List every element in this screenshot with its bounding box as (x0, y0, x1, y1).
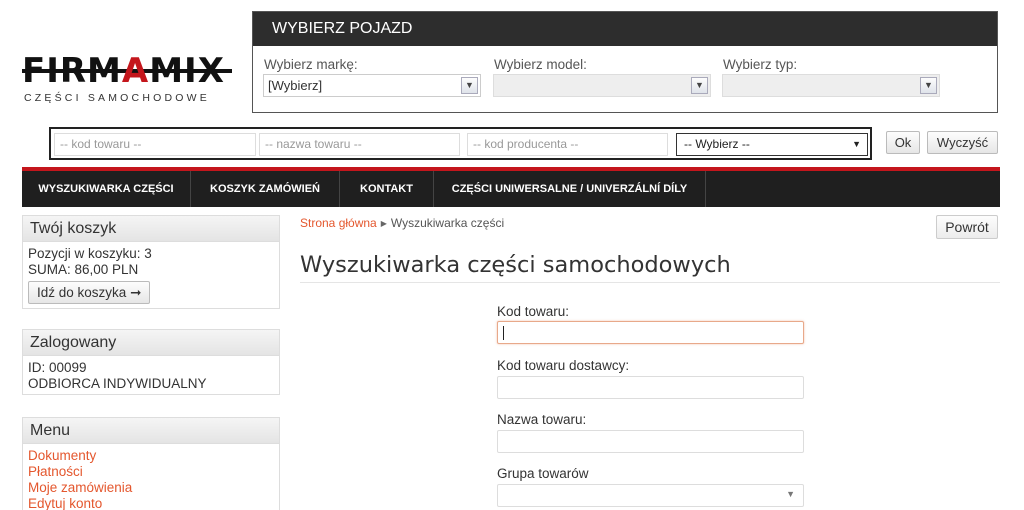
model-label: Wybierz model: (494, 57, 587, 72)
clear-button[interactable]: Wyczyść (927, 131, 998, 154)
vehicle-selector-title: WYBIERZ POJAZD (253, 12, 997, 46)
main-nav: WYSZUKIWARKA CZĘŚCI KOSZYK ZAMÓWIEŃ KONT… (22, 167, 1000, 207)
chevron-down-icon[interactable]: ▼ (691, 77, 708, 94)
user-type: ODBIORCA INDYWIDUALNY (28, 376, 207, 391)
back-button[interactable]: Powrót (936, 215, 998, 239)
user-panel-title: Zalogowany (23, 330, 279, 356)
chevron-down-icon[interactable]: ▼ (920, 77, 937, 94)
menu-panel: Menu Dokumenty Płatności Moje zamówienia… (22, 417, 280, 510)
chevron-down-icon[interactable]: ▼ (461, 77, 478, 94)
chevron-down-icon: ▼ (852, 139, 861, 149)
text-caret (503, 326, 504, 340)
menu-item-payments[interactable]: Płatności (28, 464, 274, 480)
user-id: ID: 00099 (28, 360, 87, 375)
category-select[interactable]: -- Wybierz -- ▼ (676, 133, 868, 156)
model-select-group: Wybierz model: ▼ (493, 57, 711, 97)
page-title: Wyszukiwarka części samochodowych (300, 252, 731, 278)
brand-select[interactable]: [Wybierz] ▼ (263, 74, 481, 97)
title-divider (300, 282, 1000, 283)
logo[interactable]: FIRMAMIX CZĘŚCI SAMOCHODOWE (22, 52, 234, 106)
product-code-label: Kod towaru: (497, 304, 570, 319)
model-select[interactable]: ▼ (493, 74, 711, 97)
logo-subtitle: CZĘŚCI SAMOCHODOWE (24, 92, 210, 104)
user-panel-body: ID: 00099 ODBIORCA INDYWIDUALNY (23, 356, 279, 397)
breadcrumb-home-link[interactable]: Strona główna (300, 216, 377, 230)
cart-items-count: Pozycji w koszyku: 3 (28, 246, 152, 261)
go-to-cart-label: Idź do koszyka (37, 285, 127, 300)
user-panel: Zalogowany ID: 00099 ODBIORCA INDYWIDUAL… (22, 329, 280, 395)
product-name-label: Nazwa towaru: (497, 412, 587, 427)
product-name-input[interactable]: -- nazwa towaru -- (259, 133, 460, 156)
cart-panel-title: Twój koszyk (23, 216, 279, 242)
supplier-code-label: Kod towaru dostawcy: (497, 358, 630, 373)
nav-item-order-cart[interactable]: KOSZYK ZAMÓWIEŃ (191, 171, 340, 207)
product-group-select[interactable]: ▼ (497, 484, 804, 507)
type-select-group: Wybierz typ: ▼ (722, 57, 940, 97)
breadcrumb-separator-icon: ▶ (380, 219, 387, 228)
breadcrumb: Strona główna ▶ Wyszukiwarka części (300, 216, 504, 230)
arrow-right-icon: ➞ (130, 285, 142, 300)
go-to-cart-button[interactable]: Idź do koszyka ➞ (28, 281, 151, 304)
cart-panel: Twój koszyk Pozycji w koszyku: 3 SUMA: 8… (22, 215, 280, 309)
producer-code-input[interactable]: -- kod producenta -- (467, 133, 668, 156)
menu-panel-title: Menu (23, 418, 279, 444)
menu-item-documents[interactable]: Dokumenty (28, 448, 274, 464)
category-select-value: -- Wybierz -- (684, 137, 750, 151)
logo-wordmark: FIRMAMIX (22, 51, 225, 91)
product-group-label: Grupa towarów (497, 466, 589, 481)
type-select[interactable]: ▼ (722, 74, 940, 97)
cart-panel-body: Pozycji w koszyku: 3 SUMA: 86,00 PLN Idź… (23, 242, 279, 309)
cart-sum: SUMA: 86,00 PLN (28, 262, 139, 277)
product-code-input[interactable]: -- kod towaru -- (54, 133, 256, 156)
breadcrumb-current: Wyszukiwarka części (390, 216, 505, 230)
vehicle-selector: WYBIERZ POJAZD Wybierz markę: [Wybierz] … (252, 11, 998, 113)
menu-panel-body: Dokumenty Płatności Moje zamówienia Edyt… (23, 444, 279, 510)
product-code-field[interactable] (497, 321, 804, 344)
supplier-code-field[interactable] (497, 376, 804, 399)
brand-label: Wybierz markę: (264, 57, 358, 72)
nav-item-contact[interactable]: KONTAKT (340, 171, 434, 207)
chevron-down-icon: ▼ (786, 489, 795, 499)
brand-select-value: [Wybierz] (268, 78, 323, 93)
quick-search-bar: -- kod towaru -- -- nazwa towaru -- -- k… (49, 127, 872, 160)
product-name-field[interactable] (497, 430, 804, 453)
ok-button[interactable]: Ok (886, 131, 920, 154)
brand-select-group: Wybierz markę: [Wybierz] ▼ (263, 57, 481, 97)
menu-item-my-orders[interactable]: Moje zamówienia (28, 480, 274, 496)
type-label: Wybierz typ: (723, 57, 798, 72)
nav-item-parts-search[interactable]: WYSZUKIWARKA CZĘŚCI (22, 171, 191, 207)
nav-item-universal-parts[interactable]: CZĘŚCI UNIWERSALNE / UNIVERZÁLNÍ DÍLY (434, 171, 706, 207)
menu-item-edit-account[interactable]: Edytuj konto (28, 496, 274, 510)
